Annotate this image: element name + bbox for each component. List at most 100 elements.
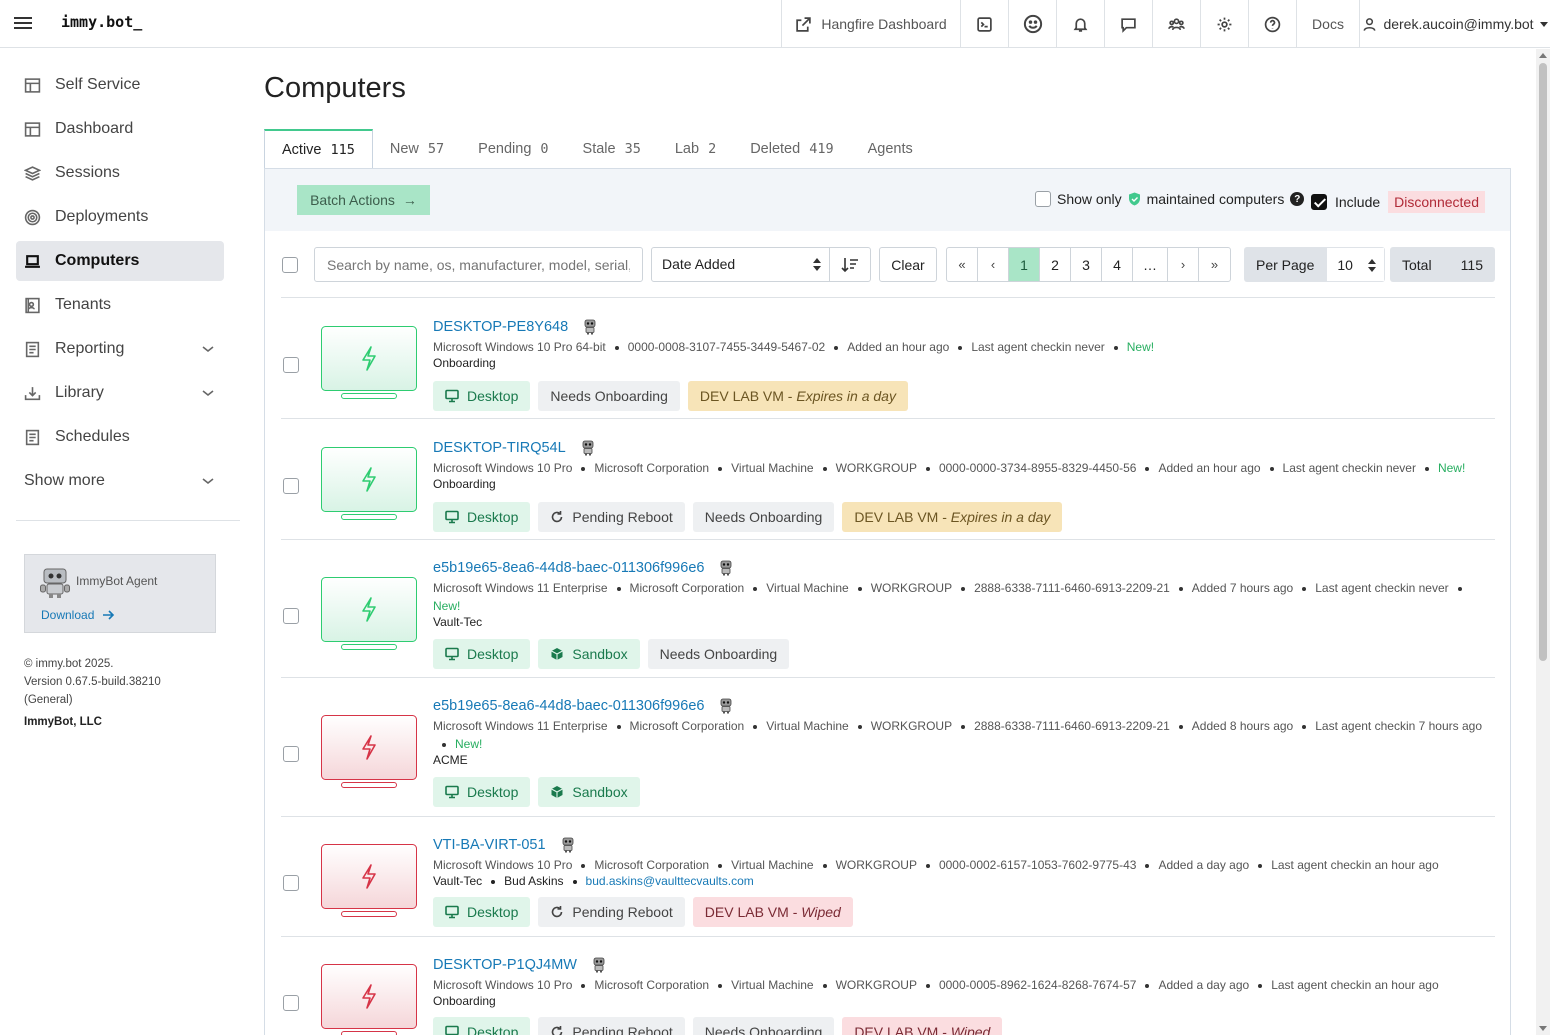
sidebar-item-sessions[interactable]: Sessions xyxy=(16,153,224,193)
separator-dot xyxy=(961,586,966,591)
help-icon[interactable]: ? xyxy=(1290,192,1305,206)
chat-button[interactable] xyxy=(1104,0,1152,48)
robot-icon xyxy=(40,568,70,598)
badge-text: Desktop xyxy=(467,388,519,404)
computer-name[interactable]: DESKTOP-P1QJ4MW xyxy=(433,957,577,973)
select-all-checkbox[interactable] xyxy=(282,257,298,273)
tab-deleted[interactable]: Deleted 419 xyxy=(733,129,850,169)
user-email-link[interactable]: bud.askins@vaulttecvaults.com xyxy=(586,874,754,888)
batch-actions-button[interactable]: Batch Actions → xyxy=(297,185,430,215)
help-button[interactable] xyxy=(1248,0,1296,48)
sidebar-item-self-service[interactable]: Self Service xyxy=(16,65,224,105)
sidebar-show-more[interactable]: Show more xyxy=(16,461,224,501)
sort-by-select[interactable]: Date Added xyxy=(651,247,830,282)
hangfire-dashboard-link[interactable]: Hangfire Dashboard xyxy=(781,0,960,48)
sidebar-item-schedules[interactable]: Schedules xyxy=(16,417,224,457)
tab-count: 2 xyxy=(708,141,717,157)
separator-dot xyxy=(1145,983,1150,988)
page-3-button[interactable]: 3 xyxy=(1071,248,1102,281)
detail-text: 0000-0005-8962-1624-8268-7674-57 xyxy=(938,978,1137,992)
tab-active[interactable]: Active 115 xyxy=(264,129,373,169)
monitor-icon xyxy=(445,905,459,919)
computer-name[interactable]: e5b19e65-8ea6-44d8-baec-011306f996e6 xyxy=(433,698,704,714)
tab-pending[interactable]: Pending 0 xyxy=(461,129,565,169)
computer-disconnected-icon[interactable] xyxy=(321,844,417,918)
sort-direction-button[interactable] xyxy=(829,247,871,282)
first-page-button[interactable]: « xyxy=(947,248,978,281)
tab-agents[interactable]: Agents xyxy=(851,129,930,169)
computer-name-link[interactable]: DESKTOP-P1QJ4MW xyxy=(433,956,607,973)
computer-connected-icon[interactable] xyxy=(321,577,417,651)
user-icon xyxy=(1364,17,1376,31)
separator-dot xyxy=(1258,983,1263,988)
show-only-maintained-checkbox[interactable] xyxy=(1035,191,1051,207)
row-checkbox[interactable] xyxy=(283,478,299,494)
last-page-button[interactable]: » xyxy=(1199,248,1230,281)
computer-row: DESKTOP-TIRQ54L Microsoft Windows 10 Pro M… xyxy=(281,419,1495,540)
row-checkbox[interactable] xyxy=(283,608,299,624)
sidebar-item-reporting[interactable]: Reporting xyxy=(16,329,224,369)
computer-row: VTI-BA-VIRT-051 Microsoft Windows 10 Pro M… xyxy=(281,817,1495,937)
detail-text: Last agent checkin never xyxy=(971,340,1105,354)
computer-connected-icon[interactable] xyxy=(321,326,417,400)
sidebar-item-computers[interactable]: Computers xyxy=(16,241,224,281)
computer-disconnected-icon[interactable] xyxy=(321,964,417,1035)
laptop-icon xyxy=(25,254,40,268)
computer-name-link[interactable]: e5b19e65-8ea6-44d8-baec-011306f996e6 xyxy=(433,697,734,714)
menu-toggle-icon[interactable] xyxy=(14,14,32,32)
notifications-button[interactable] xyxy=(1056,0,1104,48)
separator-dot xyxy=(1302,586,1307,591)
computer-connected-icon[interactable] xyxy=(321,447,417,521)
scroll-up-arrow[interactable] xyxy=(1539,53,1547,58)
select-arrows-icon xyxy=(1368,259,1377,272)
computer-name[interactable]: VTI-BA-VIRT-051 xyxy=(433,837,546,853)
chevron-down-icon xyxy=(202,390,214,397)
page-scrollbar[interactable] xyxy=(1536,49,1550,1035)
page-1-button[interactable]: 1 xyxy=(1009,248,1040,281)
user-menu[interactable]: derek.aucoin@immy.bot xyxy=(1359,0,1550,48)
row-checkbox[interactable] xyxy=(283,357,299,373)
computer-name[interactable]: e5b19e65-8ea6-44d8-baec-011306f996e6 xyxy=(433,560,704,576)
report-icon xyxy=(25,341,40,357)
app-logo[interactable]: immy.bot_ xyxy=(61,13,142,31)
computer-name[interactable]: DESKTOP-PE8Y648 xyxy=(433,319,568,335)
page-4-button[interactable]: 4 xyxy=(1102,248,1133,281)
box-icon xyxy=(550,785,564,799)
page-2-button[interactable]: 2 xyxy=(1040,248,1071,281)
scroll-down-arrow[interactable] xyxy=(1539,1026,1547,1031)
per-page-select[interactable]: 10 xyxy=(1327,248,1385,281)
computer-name-link[interactable]: DESKTOP-TIRQ54L xyxy=(433,439,596,456)
tab-new[interactable]: New 57 xyxy=(373,129,461,169)
include-disconnected-checkbox[interactable] xyxy=(1311,194,1327,210)
detail-text: Microsoft Windows 10 Pro 64-bit xyxy=(433,340,606,354)
feedback-button[interactable] xyxy=(1008,0,1056,48)
search-input[interactable] xyxy=(314,247,643,282)
row-checkbox[interactable] xyxy=(283,995,299,1011)
next-page-button[interactable]: › xyxy=(1168,248,1199,281)
computer-name-link[interactable]: e5b19e65-8ea6-44d8-baec-011306f996e6 xyxy=(433,559,734,576)
sidebar-item-dashboard[interactable]: Dashboard xyxy=(16,109,224,149)
badge-text: Desktop xyxy=(467,904,519,920)
sidebar-item-library[interactable]: Library xyxy=(16,373,224,413)
agent-download-link[interactable]: Download xyxy=(41,608,115,622)
computer-disconnected-icon[interactable] xyxy=(321,715,417,789)
tab-lab[interactable]: Lab 2 xyxy=(658,129,733,169)
separator-dot xyxy=(614,345,619,350)
computer-name-link[interactable]: VTI-BA-VIRT-051 xyxy=(433,836,576,853)
terminal-button[interactable] xyxy=(960,0,1008,48)
row-checkbox[interactable] xyxy=(283,746,299,762)
sidebar-item-deployments[interactable]: Deployments xyxy=(16,197,224,237)
tab-stale[interactable]: Stale 35 xyxy=(566,129,658,169)
prev-page-button[interactable]: ‹ xyxy=(978,248,1009,281)
computer-badges: Desktop Sandbox Needs Onboarding xyxy=(433,639,790,669)
docs-link[interactable]: Docs xyxy=(1296,0,1359,48)
clear-button[interactable]: Clear xyxy=(879,247,937,282)
computer-name[interactable]: DESKTOP-TIRQ54L xyxy=(433,440,566,456)
sidebar-item-tenants[interactable]: Tenants xyxy=(16,285,224,325)
scrollbar-thumb[interactable] xyxy=(1539,63,1547,661)
row-checkbox[interactable] xyxy=(283,875,299,891)
computer-name-link[interactable]: DESKTOP-PE8Y648 xyxy=(433,318,598,335)
settings-button[interactable] xyxy=(1200,0,1248,48)
users-button[interactable] xyxy=(1152,0,1200,48)
tab-count: 419 xyxy=(809,141,834,157)
